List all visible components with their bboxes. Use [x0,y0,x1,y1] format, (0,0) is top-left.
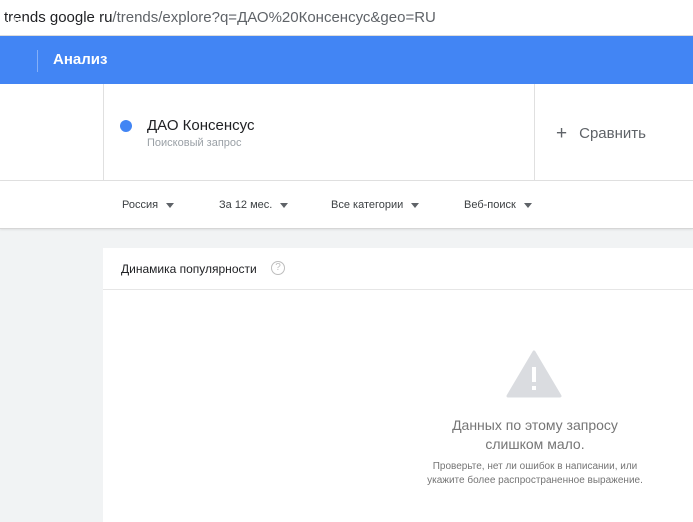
browser-address-bar[interactable]: trends google ru/trends/explore?q=ДАО%20… [0,0,693,36]
category-label: Все категории [331,199,404,211]
search-term-type: Поисковый запрос [147,137,242,149]
header-divider [37,50,38,72]
url-text[interactable]: trends google ru/trends/explore?q=ДАО%20… [4,9,436,26]
search-type-dropdown[interactable]: Веб-поиск [464,199,532,211]
search-term-name[interactable]: ДАО Консенсус [147,117,255,134]
warning-triangle-icon [506,350,562,398]
region-label: Россия [122,199,159,211]
no-data-line-1: Данных по этому запросу [452,417,618,433]
term-left-divider [103,84,104,181]
caret-down-icon [523,202,532,208]
compare-button[interactable]: + Сравнить [556,123,646,144]
tab-analysis[interactable]: Анализ [53,51,107,68]
no-data-hint: Проверьте, нет ли ошибок в написании, ил… [400,460,670,488]
search-type-label: Веб-поиск [464,199,516,211]
compare-label: Сравнить [579,125,646,142]
term-right-divider [534,84,535,181]
period-dropdown[interactable]: За 12 мес. [219,199,289,211]
hint-line-1: Проверьте, нет ли ошибок в написании, ил… [432,461,638,472]
caret-down-icon [411,202,420,208]
hint-line-2: укажите более распространенное выражение… [427,475,643,486]
no-data-line-2: слишком мало. [485,436,585,452]
period-label: За 12 мес. [219,199,273,211]
category-dropdown[interactable]: Все категории [331,199,420,211]
plus-icon: + [556,123,568,144]
term-color-dot [120,120,132,132]
region-dropdown[interactable]: Россия [122,199,175,211]
brand-logo-text[interactable]: nds [0,16,25,34]
caret-down-icon [166,202,175,208]
no-data-message: Данных по этому запросу слишком мало. [414,416,656,454]
caret-down-icon [280,202,289,208]
help-icon[interactable]: ? [271,261,285,275]
card-title: Динамика популярности [121,262,257,276]
url-path: /trends/explore?q=ДАО%20Консенсус&geo=RU [112,9,436,26]
